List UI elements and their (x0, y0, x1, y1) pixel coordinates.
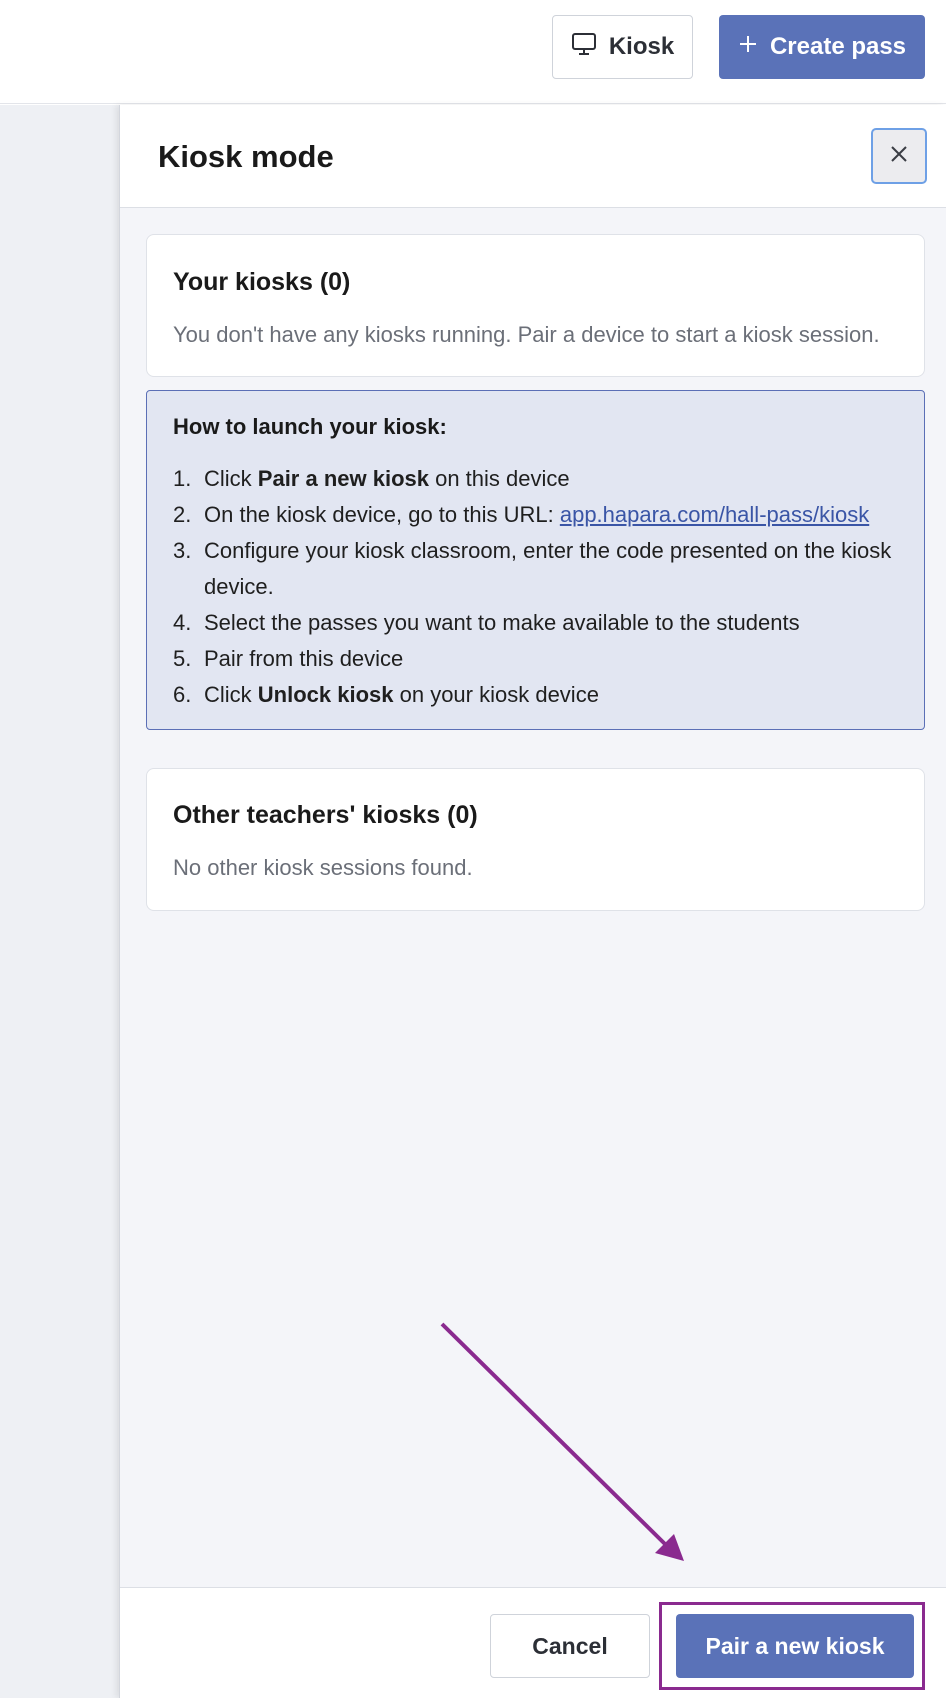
kiosk-button-label: Kiosk (608, 33, 675, 60)
howto-title: How to launch your kiosk: (173, 414, 447, 439)
drawer-header: Kiosk mode (120, 105, 946, 208)
howto-steps: 1. Click Pair a new kiosk on this device… (173, 461, 903, 713)
pair-new-kiosk-button[interactable]: Pair a new kiosk (676, 1614, 914, 1678)
step-4: 4. Select the passes you want to make av… (173, 610, 800, 635)
your-kiosks-card: Your kiosks (0) You don't have any kiosk… (146, 234, 925, 377)
kiosk-button[interactable]: Kiosk (552, 15, 693, 79)
other-kiosks-title: Other teachers' kiosks (0) (173, 801, 478, 829)
cancel-button[interactable]: Cancel (490, 1614, 650, 1678)
create-pass-label: Create pass (769, 33, 907, 60)
your-kiosks-message: You don't have any kiosks running. Pair … (173, 322, 880, 347)
monitor-icon (571, 32, 597, 63)
page-backdrop[interactable] (0, 105, 119, 1698)
howto-panel: How to launch your kiosk: 1. Click Pair … (146, 390, 925, 730)
top-header: Kiosk Create pass (0, 0, 946, 104)
kiosk-mode-drawer: Kiosk mode Your kiosks (0) You don't hav… (119, 105, 946, 1698)
other-kiosks-card: Other teachers' kiosks (0) No other kios… (146, 768, 925, 911)
close-icon (889, 144, 909, 169)
step-3: 3. Configure your kiosk classroom, enter… (173, 538, 892, 599)
step-5: 5. Pair from this device (173, 646, 404, 671)
step-2: 2. On the kiosk device, go to this URL: … (173, 502, 870, 527)
drawer-title: Kiosk mode (158, 139, 334, 174)
other-kiosks-message: No other kiosk sessions found. (173, 855, 473, 880)
drawer-footer: Cancel Pair a new kiosk (120, 1587, 946, 1698)
create-pass-button[interactable]: Create pass (719, 15, 925, 79)
your-kiosks-title: Your kiosks (0) (173, 268, 351, 296)
plus-icon (738, 33, 758, 61)
close-button[interactable] (871, 128, 927, 184)
step-1: 1. Click Pair a new kiosk on this device (173, 466, 570, 491)
kiosk-url-link[interactable]: app.hapara.com/hall-pass/kiosk (560, 502, 869, 527)
step-6: 6. Click Unlock kiosk on your kiosk devi… (173, 682, 599, 707)
